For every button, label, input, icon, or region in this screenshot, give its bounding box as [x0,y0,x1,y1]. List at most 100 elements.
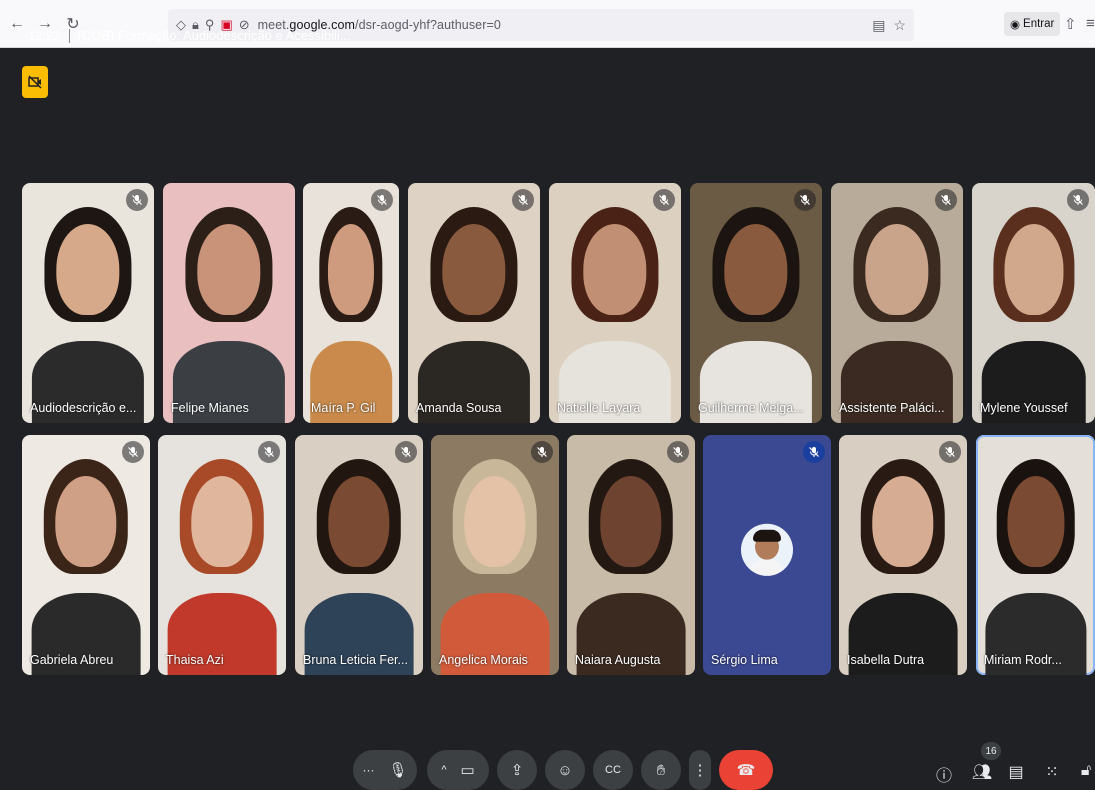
participant-video [55,475,117,567]
raise-hand-button[interactable]: ✋︎ [641,750,681,790]
no-video-icon [28,75,42,89]
participant-tile[interactable]: Felipe Mianes [163,183,295,423]
participant-tile[interactable]: Thaisa Azi [158,435,286,675]
mic-icon[interactable]: 🎙︎ [388,761,407,779]
participant-video [56,223,120,315]
more-icon[interactable]: ··· [362,763,374,777]
info-icon[interactable]: ⓘ [933,762,955,786]
participant-name: Audiodescrição e... [30,401,137,415]
participant-tile[interactable]: Angelica Morais [431,435,559,675]
bookmark-star-icon[interactable]: ☆ [893,17,906,34]
mic-off-icon [531,441,553,463]
camera-group: ^ ▭ [427,750,489,790]
participant-tile[interactable]: Miriam Rodr... [976,435,1095,675]
participant-tile[interactable]: Naiara Augusta [567,435,695,675]
mic-off-icon [512,189,534,211]
participant-video [724,223,788,315]
participant-name: Assistente Paláci... [839,401,945,415]
chat-icon[interactable]: ▤ [1005,762,1027,782]
participant-name: Felipe Mianes [171,401,249,415]
participant-video [327,223,375,315]
participant-video [442,223,506,315]
participant-name: Sérgio Lima [711,653,778,667]
participant-name: Miriam Rodr... [984,653,1062,667]
participant-video [328,475,390,567]
extensions-icon[interactable]: ⇧ [1064,15,1077,33]
participant-name: Bruna Leticia Fer... [303,653,408,667]
present-icon: ⇪ [510,762,524,779]
more-vert-icon: ⋮ [692,762,708,779]
mic-off-icon [122,441,144,463]
chevron-up-icon[interactable]: ^ [441,764,446,776]
participant-tile[interactable]: Bruna Leticia Fer... [295,435,423,675]
participant-tile[interactable]: Isabella Dutra [839,435,967,675]
raise-hand-icon: ✋︎ [656,761,666,779]
participant-tile[interactable]: Mylene Youssef [972,183,1095,423]
participant-name: Angelica Morais [439,653,528,667]
mic-off-icon [126,189,148,211]
participant-tile[interactable]: Maíra P. Gil [303,183,399,423]
back-icon[interactable]: ← [6,13,28,35]
divider [68,28,70,43]
apps-icon[interactable]: ⁙ [1041,762,1063,782]
participant-tile[interactable]: Natielle Layara [549,183,681,423]
participant-video [600,475,662,567]
meeting-time: 12:22 [28,28,61,43]
participant-video [872,475,934,567]
participant-name: Naiara Augusta [575,653,661,667]
participant-name: Thaisa Azi [166,653,224,667]
signin-label: Entrar [1023,18,1055,30]
participant-tile[interactable]: Sérgio Lima [703,435,831,675]
mic-off-icon [395,441,417,463]
url-path: /dsr-aogd-yhf?authuser=0 [355,18,501,32]
mic-off-icon [1067,189,1089,211]
participant-name: Mylene Youssef [980,401,1068,415]
participant-tile[interactable]: Audiodescrição e... [22,183,154,423]
mic-off-icon [794,189,816,211]
end-call-icon: ☎︎ [736,762,756,779]
lock-host-icon[interactable]: 🔓︎ [1075,762,1095,780]
participant-video [865,223,929,315]
menu-icon[interactable]: ≡ [1086,15,1095,32]
participant-count: 16 [981,742,1001,760]
participant-video [1003,223,1064,315]
signin-button[interactable]: ◉ Entrar [1004,12,1061,36]
participant-tile[interactable]: Assistente Paláci... [831,183,963,423]
avatar [741,523,793,576]
captions-icon: CC [605,764,621,776]
participant-name: Natielle Layara [557,401,641,415]
participant-video [583,223,647,315]
mic-off-icon [258,441,280,463]
participant-video [197,223,261,315]
captions-button[interactable]: CC [593,750,633,790]
participant-name: Guilherme Melga... [698,401,804,415]
participant-video [464,475,526,567]
mic-off-icon [803,441,825,463]
more-options-button[interactable]: ⋮ [689,750,711,790]
mic-group: ··· 🎙︎ [353,750,417,790]
mic-off-icon [935,189,957,211]
participant-name: Isabella Dutra [847,653,925,667]
mic-off-icon [667,441,689,463]
camera-icon[interactable]: ▭ [460,761,474,779]
participant-name: Gabriela Abreu [30,653,114,667]
participant-tile[interactable]: Guilherme Melga... [690,183,822,423]
present-button[interactable]: ⇪ [497,750,537,790]
participant-tile[interactable]: Amanda Sousa [408,183,540,423]
participant-tile[interactable]: Gabriela Abreu [22,435,150,675]
camera-off-badge[interactable] [22,66,48,98]
participant-video [1006,475,1065,567]
emoji-button[interactable]: ☺ [545,750,585,790]
emoji-icon: ☺ [557,761,573,779]
mic-off-icon [653,189,675,211]
people-icon[interactable]: 👥︎ [971,762,993,782]
participant-name: Maíra P. Gil [311,401,376,415]
meeting-title: (COB) Formação: Audiodescrição e Acessib… [77,28,351,43]
meeting-info: 12:22 (COB) Formação: Audiodescrição e A… [28,28,351,43]
end-call-button[interactable]: ☎︎ [719,750,773,790]
mic-off-icon [939,441,961,463]
participant-name: Amanda Sousa [416,401,502,415]
account-icon: ◉ [1010,19,1021,31]
participant-video [191,475,253,567]
reader-icon[interactable]: ▤ [872,17,885,34]
